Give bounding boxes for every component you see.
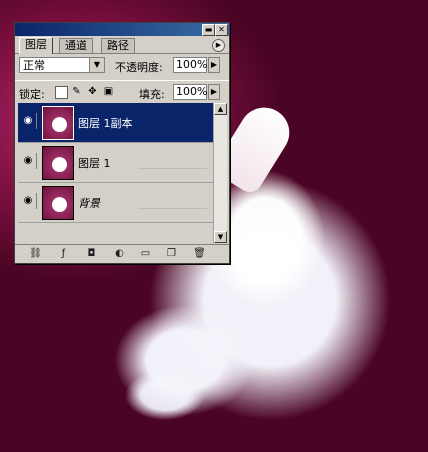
lock-position-icon[interactable]: ✥	[87, 86, 98, 97]
divider	[138, 168, 207, 169]
fill-value: 100%	[176, 85, 208, 98]
palette-bottom-bar: ⛓ ƒ ◘ ◐ ▭ ❐ 🗑	[15, 244, 229, 263]
close-icon[interactable]: ✕	[215, 24, 228, 36]
lock-row: 锁定: ✎ ✥ ▣ 填充: 100% ▶	[15, 80, 229, 103]
layer-thumbnail	[42, 186, 74, 220]
tab-layers-label: 图层	[25, 38, 47, 51]
fill-slider-button[interactable]: ▶	[208, 84, 220, 100]
layer-name: 图层 1副本	[78, 117, 133, 130]
layer-thumbnail	[42, 106, 74, 140]
layer-row-1[interactable]: ◉ 图层 1	[18, 143, 213, 183]
chevron-down-icon[interactable]: ▼	[89, 58, 104, 72]
blend-mode-value: 正常	[23, 59, 45, 72]
mask-icon[interactable]: ◘	[85, 248, 98, 260]
fill-label: 填充:	[139, 88, 165, 101]
scroll-up-icon[interactable]: ▲	[214, 103, 227, 115]
palette-menu-icon[interactable]: ▶	[212, 39, 225, 52]
layers-list: ◉ 图层 1副本 ◉ 图层 1 ◉ 背景	[18, 103, 213, 243]
blend-row: 正常 ▼ 不透明度: 100% ▶	[15, 54, 229, 78]
layer-style-icon[interactable]: ƒ	[57, 248, 70, 260]
lock-label: 锁定:	[19, 88, 45, 101]
layer-thumbnail	[42, 146, 74, 180]
eye-icon[interactable]: ◉	[20, 153, 37, 169]
blend-mode-select[interactable]: 正常 ▼	[19, 57, 105, 73]
scroll-down-icon[interactable]: ▼	[214, 231, 227, 243]
lock-all-icon[interactable]: ▣	[103, 86, 114, 97]
tab-layers[interactable]: 图层	[19, 37, 53, 54]
minimize-icon[interactable]: ▬	[202, 24, 215, 36]
eye-icon[interactable]: ◉	[20, 113, 37, 129]
tab-paths-label: 路径	[107, 39, 129, 52]
lock-image-icon[interactable]: ✎	[71, 86, 82, 97]
opacity-label: 不透明度:	[115, 61, 163, 74]
adjustment-icon[interactable]: ◐	[113, 248, 126, 260]
layers-palette: ▬ ✕ 图层 通道 路径 ▶ 正常 ▼ 不透明度: 100% ▶ 锁定: ✎ ✥…	[14, 22, 230, 264]
layer-row-copy[interactable]: ◉ 图层 1副本	[18, 103, 213, 143]
link-icon[interactable]: ⛓	[29, 248, 42, 260]
lock-transparency-icon[interactable]	[55, 86, 68, 99]
palette-tabs: 图层 通道 路径 ▶	[15, 36, 229, 54]
opacity-input[interactable]: 100%	[173, 57, 207, 73]
new-layer-icon[interactable]: ❐	[165, 248, 178, 260]
layer-row-background[interactable]: ◉ 背景	[18, 183, 213, 223]
tab-channels-label: 通道	[65, 39, 87, 52]
divider	[138, 208, 207, 209]
layer-name: 图层 1	[78, 157, 111, 170]
tab-paths[interactable]: 路径	[101, 38, 135, 53]
opacity-slider-button[interactable]: ▶	[208, 57, 220, 73]
layer-name: 背景	[78, 197, 100, 210]
trash-icon[interactable]: 🗑	[193, 248, 206, 260]
eye-icon[interactable]: ◉	[20, 193, 37, 209]
opacity-value: 100%	[176, 58, 208, 71]
palette-titlebar[interactable]: ▬ ✕	[15, 23, 229, 36]
fill-input[interactable]: 100%	[173, 84, 207, 100]
folder-icon[interactable]: ▭	[139, 248, 152, 260]
layers-scrollbar[interactable]: ▲ ▼	[213, 103, 227, 243]
tab-channels[interactable]: 通道	[59, 38, 93, 53]
